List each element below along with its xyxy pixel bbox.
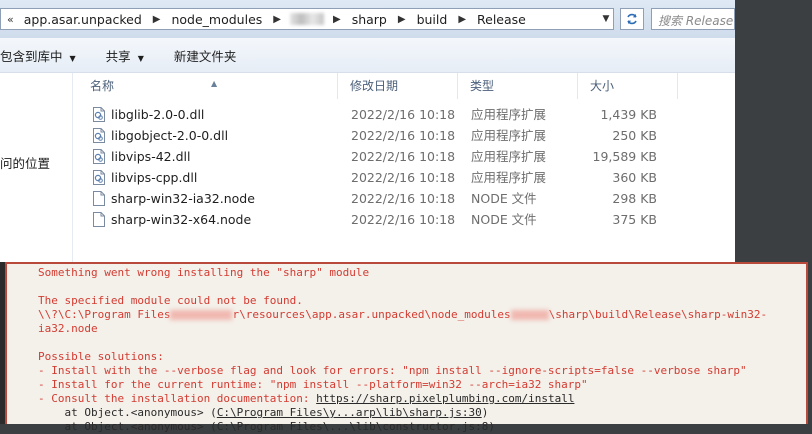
refresh-icon [627,13,637,25]
file-name: libvips-cpp.dll [111,170,198,185]
file-name: libgobject-2.0-0.dll [111,128,229,143]
dll-file-icon [93,128,105,143]
error-line-module-not-found: The specified module could not be found. [38,294,303,307]
error-line-path-start: \\?\C:\Program Files [38,308,171,321]
dll-file-icon [93,107,105,122]
breadcrumb-release[interactable]: Release [475,12,528,27]
docs-link[interactable]: https://sharp.pixelplumbing.com/install [316,392,574,405]
file-date: 2022/2/16 10:18 [351,212,456,227]
file-type: NODE 文件 [471,191,537,206]
breadcrumb-arrow-icon[interactable]: ▶ [449,14,475,25]
file-name: sharp-win32-x64.node [111,212,252,227]
file-row[interactable]: sharp-win32-ia32.node 2022/2/16 10:18 NODE… [78,188,678,209]
file-date: 2022/2/16 10:18 [351,149,456,164]
chevron-down-icon: ▼ [137,53,144,63]
file-size: 375 KB [612,212,657,227]
file-date: 2022/2/16 10:18 [351,107,456,122]
file-type: 应用程序扩展 [471,128,547,143]
address-dropdown-icon[interactable]: ▼ [597,8,615,30]
breadcrumb-arrow-icon[interactable]: ▶ [264,14,290,25]
share-label: 共享 [105,48,131,64]
file-type: NODE 文件 [471,212,537,227]
breadcrumb-build[interactable]: build [415,12,450,27]
file-size: 1,439 KB [600,107,657,122]
dll-file-icon [93,170,105,185]
search-input[interactable]: 搜索 Release [651,8,735,30]
stack-frame-label: at Object.<anonymous> ( [38,406,217,419]
column-header-size[interactable]: 大小 [578,73,678,99]
redacted-text [510,310,549,320]
command-bar: 包含到库中 ▼ 共享 ▼ 新建文件夹 [0,38,735,73]
redacted-text [170,310,233,320]
solution-runtime: - Install for the current runtime: "npm … [38,378,588,391]
refresh-button[interactable] [620,8,644,30]
file-type: 应用程序扩展 [471,170,547,185]
error-output: Something went wrong installing the "sha… [38,266,767,434]
address-row: « app.asar.unpacked ▶ node_modules ▶ ▶ s… [0,0,735,38]
dll-file-icon [93,149,105,164]
column-header-date[interactable]: 修改日期 [338,73,458,99]
file-row[interactable]: libvips-cpp.dll 2022/2/16 10:18 应用程序扩展 360 … [78,167,678,188]
file-size: 19,589 KB [592,149,657,164]
error-line-title: Something went wrong installing the "sha… [38,266,370,279]
column-headers: 名称 ▲ 修改日期 类型 大小 [78,73,735,99]
possible-solutions-heading: Possible solutions: [38,350,164,363]
ide-background [735,0,812,262]
breadcrumb-overflow-button[interactable]: « [1,13,22,26]
file-date: 2022/2/16 10:18 [351,128,456,143]
file-name: libvips-42.dll [111,149,191,164]
breadcrumb-sharp[interactable]: sharp [350,12,389,27]
error-console: Something went wrong installing the "sha… [5,262,808,433]
new-folder-button[interactable]: 新建文件夹 [158,46,251,65]
file-type: 应用程序扩展 [471,149,547,164]
stack-frame-clipped: at Object.<anonymous> (C:\Program Files\… [38,420,495,433]
file-type: 应用程序扩展 [471,107,547,122]
solution-verbose: - Install with the --verbose flag and lo… [38,364,747,377]
error-line-path-middle: r\resources\app.asar.unpacked\node_modul… [232,308,511,321]
chevron-down-icon: ▼ [69,53,76,63]
sort-ascending-icon: ▲ [211,79,218,88]
navigation-pane: 问的位置 [0,73,73,262]
file-size: 250 KB [612,128,657,143]
solution-docs-label: - Consult the installation documentation… [38,392,317,405]
file-name: sharp-win32-ia32.node [111,191,255,206]
file-row[interactable]: sharp-win32-x64.node 2022/2/16 10:18 NODE … [78,209,678,230]
column-header-type[interactable]: 类型 [458,73,578,99]
breadcrumb-app-asar-unpacked[interactable]: app.asar.unpacked [22,12,144,27]
stack-frame-link[interactable]: C:\Program Files\y...arp\lib\sharp.js:30 [217,406,482,419]
include-in-library-button[interactable]: 包含到库中 ▼ [0,46,90,65]
column-header-name[interactable]: 名称 ▲ [78,73,338,99]
file-list: libglib-2.0-0.dll 2022/2/16 10:18 应用程序扩展 1,… [78,104,678,230]
error-line-path-end: \sharp\build\Release\sharp-win32- [548,308,768,321]
breadcrumb-arrow-icon[interactable]: ▶ [324,14,350,25]
column-name-label: 名称 [90,79,115,93]
file-explorer-window: « app.asar.unpacked ▶ node_modules ▶ ▶ s… [0,0,735,262]
file-date: 2022/2/16 10:18 [351,191,456,206]
file-row[interactable]: libvips-42.dll 2022/2/16 10:18 应用程序扩展 19,58… [78,146,678,167]
include-in-library-label: 包含到库中 [0,48,63,64]
nav-item-recent-places[interactable]: 问的位置 [0,153,50,172]
file-size: 360 KB [612,170,657,185]
breadcrumb-arrow-icon[interactable]: ▶ [389,14,415,25]
error-line-path-tail: ia32.node [38,322,98,335]
address-bar[interactable]: « app.asar.unpacked ▶ node_modules ▶ ▶ s… [0,8,614,30]
file-size: 298 KB [612,191,657,206]
file-name: libglib-2.0-0.dll [111,107,205,122]
file-date: 2022/2/16 10:18 [351,170,456,185]
breadcrumb-redacted[interactable] [289,13,324,25]
breadcrumb-arrow-icon[interactable]: ▶ [144,14,170,25]
breadcrumb-node-modules[interactable]: node_modules [169,12,264,27]
stack-frame-close: ) [481,406,489,419]
generic-file-icon [93,191,105,206]
file-row[interactable]: libgobject-2.0-0.dll 2022/2/16 10:18 应用程序扩… [78,125,678,146]
ide-background [808,262,812,424]
file-row[interactable]: libglib-2.0-0.dll 2022/2/16 10:18 应用程序扩展 1,… [78,104,678,125]
share-button[interactable]: 共享 ▼ [90,46,158,65]
generic-file-icon [93,212,105,227]
